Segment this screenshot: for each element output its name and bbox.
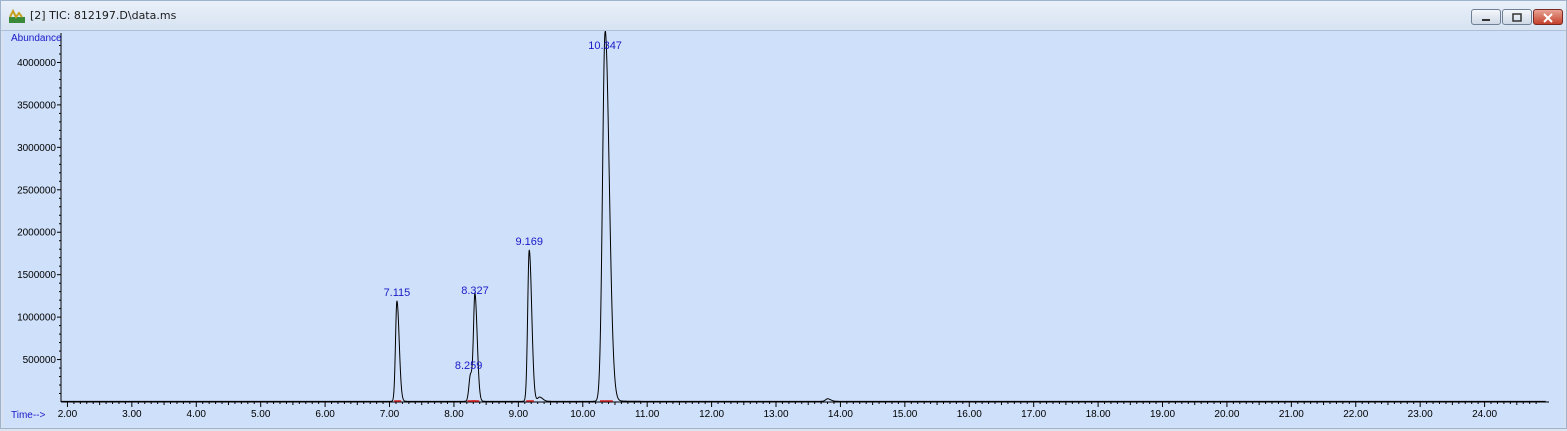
x-tick-label: 21.00 xyxy=(1279,409,1304,420)
chromatogram-window: [2] TIC: 812197.D\data.ms Abundance Time-… xyxy=(0,0,1567,429)
x-tick-label: 4.00 xyxy=(187,409,207,420)
y-tick-label: 1500000 xyxy=(17,270,56,281)
y-tick-label: 4000000 xyxy=(17,58,56,69)
y-tick-label: 3500000 xyxy=(17,100,56,111)
peak-label: 7.115 xyxy=(384,287,411,299)
x-tick-label: 6.00 xyxy=(315,409,335,420)
y-tick-label: 1000000 xyxy=(17,313,56,324)
window-title: [2] TIC: 812197.D\data.ms xyxy=(30,9,177,22)
x-tick-label: 3.00 xyxy=(122,409,142,420)
chromatogram-plot-area[interactable]: Abundance Time--> 500000 1000000 1500000 2000… xyxy=(4,30,1564,427)
x-tick-label: 12.00 xyxy=(699,409,724,420)
y-tick-label: 2000000 xyxy=(17,228,56,239)
tic-trace-line xyxy=(61,30,1546,402)
x-tick-label: 8.00 xyxy=(444,409,464,420)
peak-label: 10.347 xyxy=(588,40,622,52)
title-bar[interactable]: [2] TIC: 812197.D\data.ms xyxy=(1,1,1566,31)
x-tick-label: 20.00 xyxy=(1214,409,1239,420)
x-tick-label: 17.00 xyxy=(1021,409,1046,420)
x-tick-label: 7.00 xyxy=(380,409,400,420)
x-tick-label: 5.00 xyxy=(251,409,271,420)
x-tick-label: 15.00 xyxy=(892,409,917,420)
x-tick-label: 16.00 xyxy=(957,409,982,420)
x-tick-label: 2.00 xyxy=(58,409,78,420)
x-tick-label: 19.00 xyxy=(1150,409,1175,420)
y-tick-label: 2500000 xyxy=(17,185,56,196)
close-button[interactable] xyxy=(1533,9,1563,25)
minimize-button[interactable] xyxy=(1471,9,1501,25)
chromatogram-chart: Abundance Time--> 500000 1000000 1500000 2000… xyxy=(11,30,1549,421)
x-axis-label: Time--> xyxy=(11,410,46,421)
x-tick-label: 24.00 xyxy=(1472,409,1497,420)
minimize-icon xyxy=(1482,19,1490,21)
x-tick-label: 22.00 xyxy=(1343,409,1368,420)
x-tick-label: 11.00 xyxy=(635,409,660,420)
y-tick-label: 3000000 xyxy=(17,143,56,154)
restore-button[interactable] xyxy=(1502,9,1532,25)
x-tick-label: 23.00 xyxy=(1408,409,1433,420)
peak-label: 8.259 xyxy=(455,360,483,372)
x-tick-label: 13.00 xyxy=(763,409,788,420)
peak-label: 8.327 xyxy=(461,285,489,297)
y-axis-label: Abundance xyxy=(11,33,62,44)
x-tick-label: 14.00 xyxy=(828,409,853,420)
x-tick-label: 9.00 xyxy=(509,409,529,420)
peak-label: 9.169 xyxy=(515,236,543,248)
close-icon xyxy=(1543,13,1553,23)
x-tick-label: 10.00 xyxy=(570,409,595,420)
restore-icon xyxy=(1512,13,1522,22)
chromatogram-app-icon xyxy=(9,9,25,23)
x-tick-label: 18.00 xyxy=(1086,409,1111,420)
y-tick-label: 500000 xyxy=(23,355,57,366)
